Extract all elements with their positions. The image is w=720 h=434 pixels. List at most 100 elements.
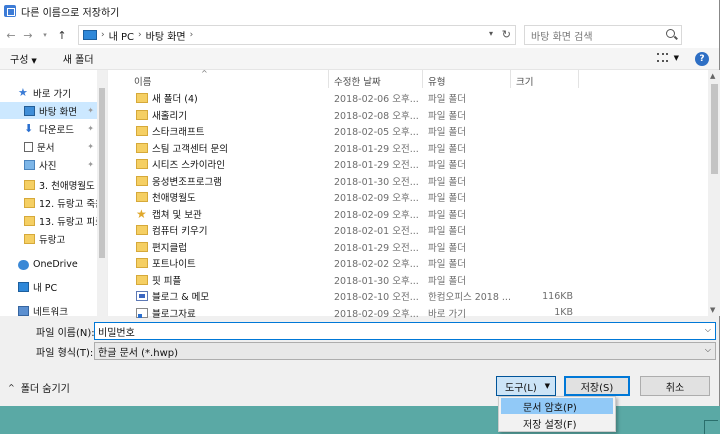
- file-row[interactable]: 스타크래프트 2018-02-05 오후... 파일 폴더: [108, 123, 708, 140]
- nav-item-folder-13[interactable]: 13. 듀랑고 피로: [0, 212, 104, 229]
- file-date: 2018-02-05 오후...: [334, 127, 419, 139]
- file-row[interactable]: ★ 캡쳐 및 보관 2018-02-09 오후... 파일 폴더: [108, 206, 708, 223]
- folder-icon: [136, 175, 148, 186]
- chevron-right-icon[interactable]: ›: [101, 30, 105, 40]
- address-row: ← → ▾ ↑ › 내 PC › 바탕 화면 › ▾ ↻ 바탕 화면 검색: [0, 22, 719, 48]
- file-row[interactable]: 응성변조프로그램 2018-01-30 오전... 파일 폴더: [108, 173, 708, 190]
- filetype-select[interactable]: 한글 문서 (*.hwp) ⌵: [94, 342, 716, 360]
- filetype-label: 파일 형식(T):: [36, 347, 94, 359]
- file-size: 1KB: [554, 307, 573, 319]
- hide-folders-toggle[interactable]: ^ 폴더 숨기기: [8, 380, 70, 395]
- cancel-button[interactable]: 취소: [640, 376, 710, 396]
- back-arrow-icon[interactable]: ←: [4, 27, 18, 43]
- file-type: 파일 폴더: [428, 127, 466, 139]
- address-dropdown-icon[interactable]: ▾: [489, 29, 493, 38]
- breadcrumb-my-pc[interactable]: 내 PC: [109, 28, 134, 43]
- onedrive-icon: [18, 259, 29, 270]
- tools-button[interactable]: 도구(L) ▼: [496, 376, 556, 396]
- file-type: 파일 폴더: [428, 94, 466, 106]
- nav-item-folder-12[interactable]: 12. 듀랑고 죽음: [0, 194, 104, 211]
- navigation-pane: ★ 바로 가기 바탕 화면 ✦ ⬇ 다운로드 ✦ 문서 ✦ 사진 ✦ 3. 천애…: [0, 70, 108, 316]
- folder-icon: [136, 142, 148, 153]
- nav-item-folder-3[interactable]: 3. 천애명월도 조: [0, 176, 107, 193]
- file-row[interactable]: 천애명월도 2018-02-09 오후... 파일 폴더: [108, 189, 708, 206]
- file-row[interactable]: 새 폴더 (4) 2018-02-06 오후... 파일 폴더: [108, 90, 708, 107]
- nav-item-pictures[interactable]: 사진 ✦: [0, 156, 98, 173]
- file-name: 핏 피플: [152, 275, 182, 287]
- file-size: 116KB: [542, 290, 573, 302]
- scroll-down-icon: ▼: [710, 306, 716, 314]
- chevron-up-icon: ^: [8, 383, 15, 392]
- view-options-icon[interactable]: [656, 53, 668, 62]
- pin-icon: ✦: [87, 142, 94, 151]
- menu-item-document-password[interactable]: 문서 암호(P): [501, 398, 613, 414]
- search-placeholder: 바탕 화면 검색: [531, 31, 593, 43]
- pin-icon: ✦: [87, 124, 94, 133]
- column-size[interactable]: 크기: [516, 74, 533, 88]
- file-date: 2018-02-01 오전...: [334, 226, 419, 238]
- filename-label: 파일 이름(N):: [36, 327, 95, 339]
- nav-item-downloads[interactable]: ⬇ 다운로드 ✦: [0, 120, 98, 137]
- column-type[interactable]: 유형: [428, 74, 445, 88]
- file-row[interactable]: 편지클럽 2018-01-29 오전... 파일 폴더: [108, 239, 708, 256]
- save-button[interactable]: 저장(S): [564, 376, 630, 396]
- file-row[interactable]: 핏 피플 2018-01-30 오후... 파일 폴더: [108, 272, 708, 289]
- file-type: 파일 폴더: [428, 176, 466, 188]
- window-title: 다른 이름으로 저장하기: [21, 7, 120, 19]
- recent-dropdown-icon[interactable]: ▾: [38, 27, 52, 43]
- nav-item-quick-access[interactable]: ★ 바로 가기: [0, 84, 98, 101]
- file-date: 2018-02-10 오전...: [334, 292, 419, 304]
- file-row[interactable]: 스팀 고객센터 문의 2018-01-29 오전... 파일 폴더: [108, 140, 708, 157]
- search-input[interactable]: 바탕 화면 검색: [524, 25, 682, 45]
- file-row[interactable]: 포트나이트 2018-02-02 오후... 파일 폴더: [108, 255, 708, 272]
- sort-up-icon: ^: [201, 69, 208, 78]
- folder-icon: [24, 197, 35, 208]
- chevron-down-icon[interactable]: ▼: [674, 54, 679, 62]
- file-row[interactable]: 컴퓨터 키우기 2018-02-01 오전... 파일 폴더: [108, 222, 708, 239]
- menu-item-save-settings[interactable]: 저장 설정(F): [501, 415, 613, 431]
- nav-scroll-thumb[interactable]: [99, 88, 105, 258]
- up-arrow-icon[interactable]: ↑: [55, 27, 69, 43]
- tools-menu: 문서 암호(P) 저장 설정(F): [498, 396, 616, 432]
- chevron-right-icon[interactable]: ›: [190, 30, 194, 40]
- file-row[interactable]: 새홀리기 2018-02-08 오후... 파일 폴더: [108, 107, 708, 124]
- star-folder-icon: ★: [136, 206, 147, 221]
- file-scroll-thumb[interactable]: [711, 84, 718, 174]
- save-as-dialog: 다른 이름으로 저장하기 ← → ▾ ↑ › 내 PC › 바탕 화면 › ▾ …: [0, 0, 720, 406]
- organize-button[interactable]: 구성 ▼: [10, 51, 37, 66]
- folder-icon: [136, 192, 148, 202]
- file-date: 2018-02-09 오후...: [334, 193, 419, 205]
- file-type: 파일 폴더: [428, 259, 466, 271]
- nav-item-desktop[interactable]: 바탕 화면 ✦: [0, 102, 98, 119]
- help-icon[interactable]: ?: [695, 52, 709, 66]
- file-type: 파일 폴더: [428, 193, 466, 205]
- chevron-down-icon[interactable]: ⌵: [705, 345, 711, 355]
- breadcrumb-desktop[interactable]: 바탕 화면: [146, 28, 186, 43]
- address-bar[interactable]: › 내 PC › 바탕 화면 › ▾ ↻: [78, 25, 516, 45]
- desktop-background: [620, 406, 720, 434]
- refresh-icon[interactable]: ↻: [502, 28, 511, 41]
- forward-arrow-icon[interactable]: →: [21, 27, 35, 43]
- column-name[interactable]: 이름: [134, 74, 151, 88]
- new-folder-button[interactable]: 새 폴더: [63, 51, 94, 66]
- filename-field[interactable]: 비밀번호 ⌵: [94, 322, 716, 340]
- nav-item-durango[interactable]: 듀랑고: [0, 230, 98, 247]
- chevron-down-icon[interactable]: ⌵: [705, 325, 711, 335]
- chevron-down-icon: ▼: [31, 57, 37, 65]
- chevron-right-icon[interactable]: ›: [138, 30, 142, 40]
- file-scrollbar[interactable]: ▲ ▼: [708, 70, 720, 316]
- file-row[interactable]: 시티즈 스카이라인 2018-01-29 오전... 파일 폴더: [108, 156, 708, 173]
- nav-item-my-pc[interactable]: 내 PC: [0, 278, 98, 295]
- file-date: 2018-01-29 오전...: [334, 160, 419, 172]
- nav-item-network[interactable]: 네트워크: [0, 302, 98, 316]
- nav-item-onedrive[interactable]: OneDrive: [0, 256, 98, 273]
- file-date: 2018-02-06 오후...: [334, 94, 419, 106]
- nav-scrollbar[interactable]: [97, 70, 107, 316]
- nav-item-documents[interactable]: 문서 ✦: [0, 138, 98, 155]
- file-row[interactable]: 블로그 & 메모 2018-02-10 오전... 한컴오피스 2018 ... 11…: [108, 288, 708, 305]
- filename-row: 파일 이름(N): 비밀번호 ⌵: [0, 322, 720, 340]
- column-date[interactable]: 수정한 날짜: [334, 74, 381, 88]
- hwp-file-icon: [136, 291, 148, 301]
- pin-icon: ✦: [87, 106, 94, 115]
- search-icon: [666, 29, 675, 38]
